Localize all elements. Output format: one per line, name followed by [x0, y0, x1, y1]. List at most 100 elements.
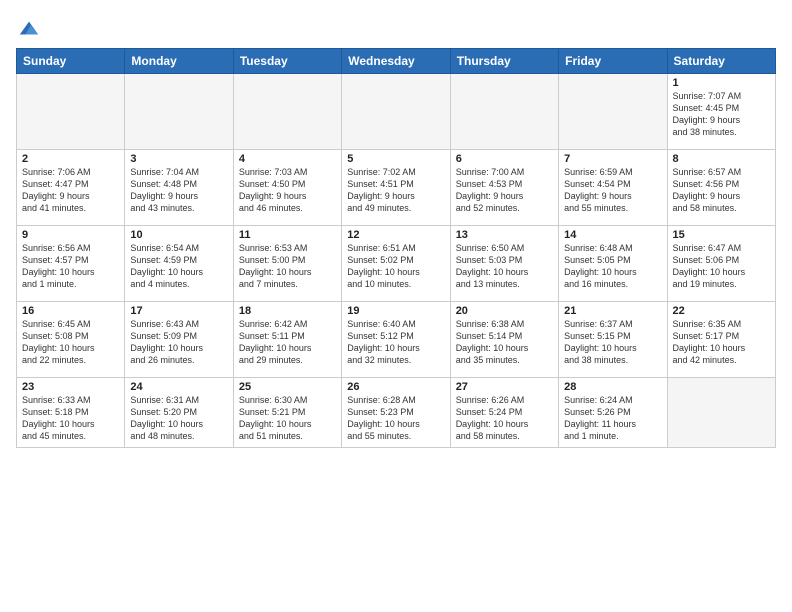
- calendar-cell: 9Sunrise: 6:56 AM Sunset: 4:57 PM Daylig…: [17, 226, 125, 302]
- day-number: 8: [673, 153, 770, 165]
- weekday-header-tuesday: Tuesday: [233, 49, 341, 74]
- calendar-cell: 8Sunrise: 6:57 AM Sunset: 4:56 PM Daylig…: [667, 150, 775, 226]
- day-info: Sunrise: 6:31 AM Sunset: 5:20 PM Dayligh…: [130, 394, 227, 443]
- calendar-cell: 24Sunrise: 6:31 AM Sunset: 5:20 PM Dayli…: [125, 378, 233, 448]
- day-info: Sunrise: 6:54 AM Sunset: 4:59 PM Dayligh…: [130, 242, 227, 291]
- day-info: Sunrise: 7:06 AM Sunset: 4:47 PM Dayligh…: [22, 166, 119, 215]
- day-number: 14: [564, 229, 661, 241]
- calendar-cell: 19Sunrise: 6:40 AM Sunset: 5:12 PM Dayli…: [342, 302, 450, 378]
- day-number: 18: [239, 305, 336, 317]
- day-number: 28: [564, 381, 661, 393]
- day-number: 13: [456, 229, 553, 241]
- day-number: 26: [347, 381, 444, 393]
- calendar-cell: 23Sunrise: 6:33 AM Sunset: 5:18 PM Dayli…: [17, 378, 125, 448]
- day-number: 27: [456, 381, 553, 393]
- day-number: 5: [347, 153, 444, 165]
- calendar-cell: [667, 378, 775, 448]
- weekday-header-saturday: Saturday: [667, 49, 775, 74]
- day-info: Sunrise: 6:38 AM Sunset: 5:14 PM Dayligh…: [456, 318, 553, 367]
- day-info: Sunrise: 6:28 AM Sunset: 5:23 PM Dayligh…: [347, 394, 444, 443]
- day-info: Sunrise: 7:03 AM Sunset: 4:50 PM Dayligh…: [239, 166, 336, 215]
- weekday-header-thursday: Thursday: [450, 49, 558, 74]
- calendar-cell: 12Sunrise: 6:51 AM Sunset: 5:02 PM Dayli…: [342, 226, 450, 302]
- day-info: Sunrise: 7:00 AM Sunset: 4:53 PM Dayligh…: [456, 166, 553, 215]
- calendar-cell: 15Sunrise: 6:47 AM Sunset: 5:06 PM Dayli…: [667, 226, 775, 302]
- day-number: 23: [22, 381, 119, 393]
- day-number: 22: [673, 305, 770, 317]
- day-number: 11: [239, 229, 336, 241]
- day-info: Sunrise: 6:48 AM Sunset: 5:05 PM Dayligh…: [564, 242, 661, 291]
- day-number: 1: [673, 77, 770, 89]
- day-number: 20: [456, 305, 553, 317]
- calendar-week-2: 2Sunrise: 7:06 AM Sunset: 4:47 PM Daylig…: [17, 150, 776, 226]
- weekday-header-wednesday: Wednesday: [342, 49, 450, 74]
- day-info: Sunrise: 6:43 AM Sunset: 5:09 PM Dayligh…: [130, 318, 227, 367]
- day-number: 21: [564, 305, 661, 317]
- day-number: 17: [130, 305, 227, 317]
- page: SundayMondayTuesdayWednesdayThursdayFrid…: [0, 0, 792, 612]
- day-info: Sunrise: 6:59 AM Sunset: 4:54 PM Dayligh…: [564, 166, 661, 215]
- day-info: Sunrise: 7:07 AM Sunset: 4:45 PM Dayligh…: [673, 90, 770, 139]
- day-info: Sunrise: 6:24 AM Sunset: 5:26 PM Dayligh…: [564, 394, 661, 443]
- header: [16, 16, 776, 40]
- calendar-cell: 27Sunrise: 6:26 AM Sunset: 5:24 PM Dayli…: [450, 378, 558, 448]
- day-number: 12: [347, 229, 444, 241]
- day-info: Sunrise: 6:45 AM Sunset: 5:08 PM Dayligh…: [22, 318, 119, 367]
- calendar-cell: 5Sunrise: 7:02 AM Sunset: 4:51 PM Daylig…: [342, 150, 450, 226]
- day-info: Sunrise: 7:02 AM Sunset: 4:51 PM Dayligh…: [347, 166, 444, 215]
- calendar-cell: [559, 74, 667, 150]
- calendar-cell: 11Sunrise: 6:53 AM Sunset: 5:00 PM Dayli…: [233, 226, 341, 302]
- calendar-cell: 6Sunrise: 7:00 AM Sunset: 4:53 PM Daylig…: [450, 150, 558, 226]
- day-number: 7: [564, 153, 661, 165]
- day-info: Sunrise: 6:56 AM Sunset: 4:57 PM Dayligh…: [22, 242, 119, 291]
- calendar-week-5: 23Sunrise: 6:33 AM Sunset: 5:18 PM Dayli…: [17, 378, 776, 448]
- calendar-cell: 10Sunrise: 6:54 AM Sunset: 4:59 PM Dayli…: [125, 226, 233, 302]
- day-info: Sunrise: 6:40 AM Sunset: 5:12 PM Dayligh…: [347, 318, 444, 367]
- calendar-cell: 1Sunrise: 7:07 AM Sunset: 4:45 PM Daylig…: [667, 74, 775, 150]
- day-info: Sunrise: 6:57 AM Sunset: 4:56 PM Dayligh…: [673, 166, 770, 215]
- day-info: Sunrise: 7:04 AM Sunset: 4:48 PM Dayligh…: [130, 166, 227, 215]
- calendar-cell: 20Sunrise: 6:38 AM Sunset: 5:14 PM Dayli…: [450, 302, 558, 378]
- day-info: Sunrise: 6:30 AM Sunset: 5:21 PM Dayligh…: [239, 394, 336, 443]
- calendar-cell: 14Sunrise: 6:48 AM Sunset: 5:05 PM Dayli…: [559, 226, 667, 302]
- calendar-cell: [125, 74, 233, 150]
- day-info: Sunrise: 6:26 AM Sunset: 5:24 PM Dayligh…: [456, 394, 553, 443]
- day-info: Sunrise: 6:47 AM Sunset: 5:06 PM Dayligh…: [673, 242, 770, 291]
- day-info: Sunrise: 6:53 AM Sunset: 5:00 PM Dayligh…: [239, 242, 336, 291]
- calendar-cell: 7Sunrise: 6:59 AM Sunset: 4:54 PM Daylig…: [559, 150, 667, 226]
- calendar-cell: [233, 74, 341, 150]
- day-info: Sunrise: 6:33 AM Sunset: 5:18 PM Dayligh…: [22, 394, 119, 443]
- day-number: 15: [673, 229, 770, 241]
- calendar-cell: 28Sunrise: 6:24 AM Sunset: 5:26 PM Dayli…: [559, 378, 667, 448]
- weekday-header-friday: Friday: [559, 49, 667, 74]
- calendar-week-1: 1Sunrise: 7:07 AM Sunset: 4:45 PM Daylig…: [17, 74, 776, 150]
- day-number: 16: [22, 305, 119, 317]
- calendar-cell: 22Sunrise: 6:35 AM Sunset: 5:17 PM Dayli…: [667, 302, 775, 378]
- logo: [16, 20, 40, 40]
- calendar-cell: 2Sunrise: 7:06 AM Sunset: 4:47 PM Daylig…: [17, 150, 125, 226]
- day-number: 24: [130, 381, 227, 393]
- calendar-cell: [17, 74, 125, 150]
- day-info: Sunrise: 6:35 AM Sunset: 5:17 PM Dayligh…: [673, 318, 770, 367]
- day-number: 6: [456, 153, 553, 165]
- day-info: Sunrise: 6:37 AM Sunset: 5:15 PM Dayligh…: [564, 318, 661, 367]
- calendar-week-3: 9Sunrise: 6:56 AM Sunset: 4:57 PM Daylig…: [17, 226, 776, 302]
- calendar-cell: 4Sunrise: 7:03 AM Sunset: 4:50 PM Daylig…: [233, 150, 341, 226]
- calendar-cell: 21Sunrise: 6:37 AM Sunset: 5:15 PM Dayli…: [559, 302, 667, 378]
- calendar-cell: 3Sunrise: 7:04 AM Sunset: 4:48 PM Daylig…: [125, 150, 233, 226]
- calendar-cell: 17Sunrise: 6:43 AM Sunset: 5:09 PM Dayli…: [125, 302, 233, 378]
- day-number: 25: [239, 381, 336, 393]
- weekday-header-sunday: Sunday: [17, 49, 125, 74]
- day-number: 19: [347, 305, 444, 317]
- day-number: 2: [22, 153, 119, 165]
- day-number: 3: [130, 153, 227, 165]
- day-info: Sunrise: 6:50 AM Sunset: 5:03 PM Dayligh…: [456, 242, 553, 291]
- calendar-cell: 18Sunrise: 6:42 AM Sunset: 5:11 PM Dayli…: [233, 302, 341, 378]
- calendar: SundayMondayTuesdayWednesdayThursdayFrid…: [16, 48, 776, 448]
- calendar-cell: [450, 74, 558, 150]
- day-info: Sunrise: 6:42 AM Sunset: 5:11 PM Dayligh…: [239, 318, 336, 367]
- calendar-cell: 25Sunrise: 6:30 AM Sunset: 5:21 PM Dayli…: [233, 378, 341, 448]
- day-number: 4: [239, 153, 336, 165]
- day-number: 9: [22, 229, 119, 241]
- weekday-header-monday: Monday: [125, 49, 233, 74]
